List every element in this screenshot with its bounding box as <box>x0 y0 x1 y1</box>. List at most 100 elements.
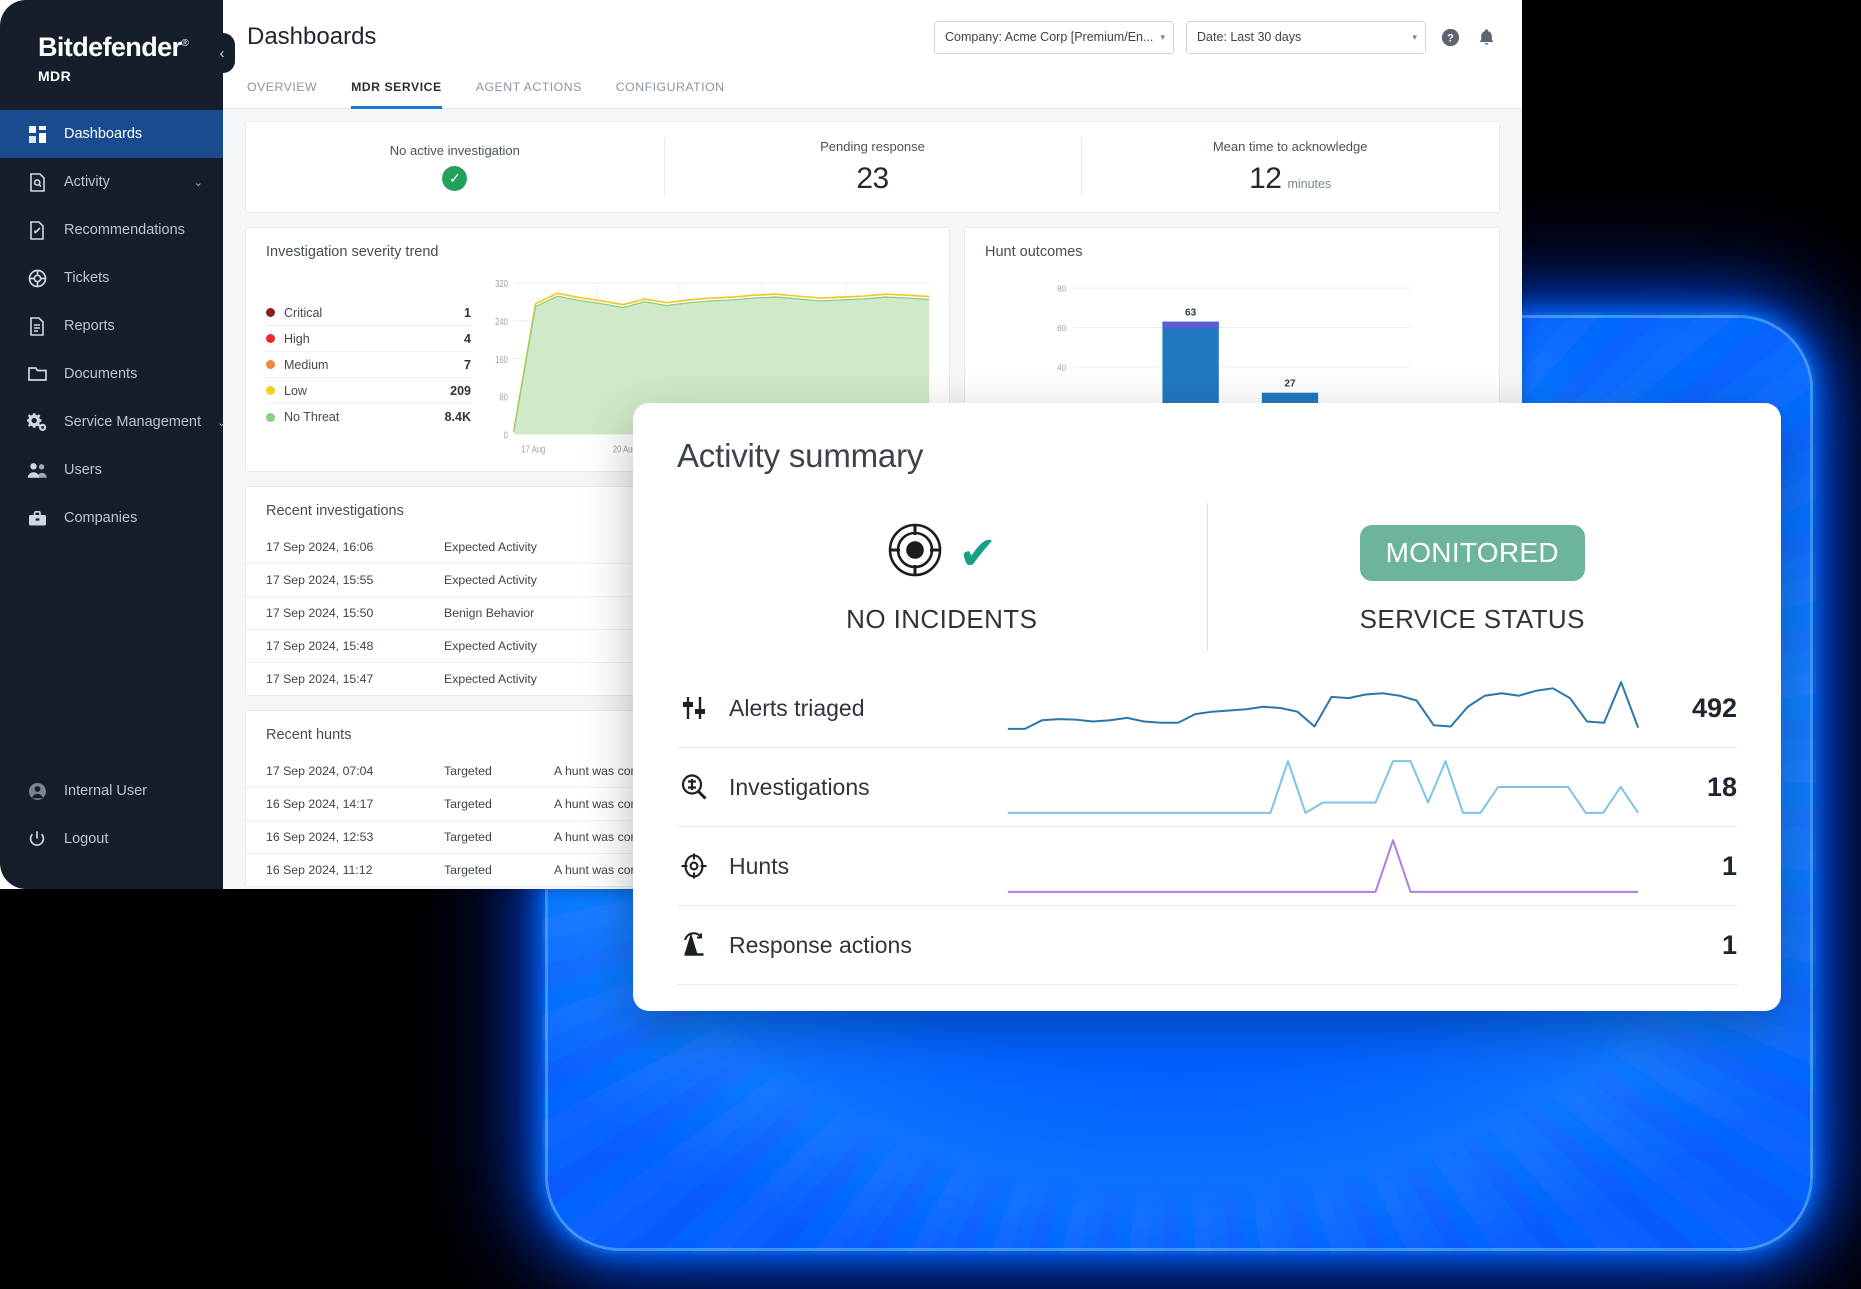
kpi-pending-response: Pending response 23 <box>664 122 1082 212</box>
cell-time: 17 Sep 2024, 07:04 <box>266 764 444 778</box>
sidebar-item-label: Tickets <box>64 270 203 286</box>
metric-row-hunts[interactable]: Hunts 1 <box>677 827 1737 906</box>
metric-row-response-actions[interactable]: Response actions 1 <box>677 906 1737 985</box>
green-check-icon: ✔ <box>958 530 997 576</box>
check-circle-icon: ✓ <box>442 166 467 191</box>
panel-title: Hunt outcomes <box>965 228 1499 260</box>
user-avatar-icon <box>26 780 48 802</box>
severity-dot-medium <box>266 360 275 369</box>
sidebar-item-service-management[interactable]: Service Management ⌄ <box>0 398 223 446</box>
top-bar: Dashboards Company: Acme Corp [Premium/E… <box>223 0 1522 74</box>
sidebar-spacer <box>0 542 223 767</box>
sidebar-item-logout[interactable]: Logout <box>0 815 223 863</box>
tab-agent-actions[interactable]: AGENT ACTIONS <box>476 74 582 108</box>
legend-item: Medium 7 <box>266 352 471 378</box>
cell-kind: Targeted <box>444 797 554 811</box>
severity-dot-critical <box>266 308 275 317</box>
legend-label: No Threat <box>284 410 445 424</box>
cell-kind: Targeted <box>444 764 554 778</box>
kpi-value: 23 <box>856 162 888 196</box>
sidebar-nav: Dashboards Activity ⌄ Recommendations <box>0 110 223 542</box>
crosshair-icon <box>677 852 711 880</box>
tab-mdr-service[interactable]: MDR SERVICE <box>351 74 442 108</box>
cell-time: 17 Sep 2024, 15:47 <box>266 672 444 686</box>
sparkline-investigations <box>997 756 1649 818</box>
legend-label: High <box>284 332 464 346</box>
sliders-icon <box>677 694 711 722</box>
metric-value: 492 <box>1667 693 1737 724</box>
activity-doc-icon <box>26 171 48 193</box>
sidebar-item-tickets[interactable]: Tickets <box>0 254 223 302</box>
cell-time: 17 Sep 2024, 15:50 <box>266 606 444 620</box>
legend-value: 209 <box>450 384 471 398</box>
cell-time: 17 Sep 2024, 16:06 <box>266 540 444 554</box>
legend-value: 7 <box>464 358 471 372</box>
help-circle-icon[interactable]: ? <box>1438 25 1462 49</box>
bell-icon[interactable] <box>1474 25 1498 49</box>
kpi-label: Mean time to acknowledge <box>1213 139 1368 154</box>
kpi-label: No active investigation <box>390 143 520 158</box>
legend-value: 8.4K <box>445 410 471 424</box>
grid-icon <box>26 123 48 145</box>
sparkline-alerts-triaged <box>997 677 1649 739</box>
date-select-value: Date: Last 30 days <box>1197 30 1301 44</box>
tab-configuration[interactable]: CONFIGURATION <box>616 74 725 108</box>
cell-time: 17 Sep 2024, 15:55 <box>266 573 444 587</box>
severity-dot-no-threat <box>266 413 275 422</box>
legend-item: Low 209 <box>266 378 471 404</box>
svg-text:320: 320 <box>495 278 508 289</box>
company-select[interactable]: Company: Acme Corp [Premium/En... ▾ <box>934 21 1174 54</box>
sidebar-item-recommendations[interactable]: Recommendations <box>0 206 223 254</box>
date-range-select[interactable]: Date: Last 30 days ▾ <box>1186 21 1426 54</box>
sidebar-item-label: Internal User <box>64 783 203 799</box>
metric-value: 1 <box>1667 851 1737 882</box>
metric-row-recommendations[interactable]: Recommendations 4 <box>677 985 1737 1011</box>
svg-text:80: 80 <box>499 392 508 403</box>
kpi-no-active-investigation: No active investigation ✓ <box>246 122 664 212</box>
severity-dot-high <box>266 334 275 343</box>
magnifier-icon <box>677 773 711 801</box>
sidebar-item-internal-user[interactable]: Internal User <box>0 767 223 815</box>
svg-text:60: 60 <box>1057 324 1066 333</box>
activity-summary-status-row: ✔ NO INCIDENTS MONITORED SERVICE STATUS <box>677 497 1737 657</box>
cell-kind: Targeted <box>444 830 554 844</box>
metric-row-investigations[interactable]: Investigations 18 <box>677 748 1737 827</box>
legend-value: 4 <box>464 332 471 346</box>
sidebar-item-label: Service Management <box>64 414 201 430</box>
sparkline-hunts <box>997 835 1649 897</box>
sidebar-item-users[interactable]: Users <box>0 446 223 494</box>
metric-label: Response actions <box>729 932 979 959</box>
sidebar-item-label: Documents <box>64 366 203 382</box>
folder-icon <box>26 363 48 385</box>
cell-time: 16 Sep 2024, 11:12 <box>266 863 444 877</box>
sidebar-item-documents[interactable]: Documents <box>0 350 223 398</box>
sidebar-item-companies[interactable]: Companies <box>0 494 223 542</box>
sidebar-item-dashboards[interactable]: Dashboards <box>0 110 223 158</box>
brand-product: MDR <box>38 68 223 84</box>
chevron-left-icon: ‹ <box>220 45 225 62</box>
incidents-icons: ✔ <box>886 520 997 586</box>
screenshot-stage: Bitdefender® MDR ‹ Dashboards Activi <box>0 0 1861 1289</box>
metric-label: Alerts triaged <box>729 695 979 722</box>
tab-overview[interactable]: OVERVIEW <box>247 74 317 108</box>
svg-text:80: 80 <box>1057 285 1066 294</box>
registered-mark: ® <box>181 38 188 49</box>
report-doc-icon <box>26 315 48 337</box>
sidebar-item-activity[interactable]: Activity ⌄ <box>0 158 223 206</box>
metric-row-alerts-triaged[interactable]: Alerts triaged 492 <box>677 669 1737 748</box>
legend-label: Medium <box>284 358 464 372</box>
severity-dot-low <box>266 386 275 395</box>
sidebar-item-label: Logout <box>64 831 203 847</box>
sidebar-item-reports[interactable]: Reports <box>0 302 223 350</box>
legend-item: High 4 <box>266 326 471 352</box>
sidebar-item-label: Dashboards <box>64 126 203 142</box>
chevron-down-icon: ⌄ <box>217 416 226 429</box>
kpi-label: Pending response <box>820 139 925 154</box>
chevron-down-icon: ⌄ <box>194 176 203 189</box>
sidebar-collapse-button[interactable]: ‹ <box>209 33 235 73</box>
kpi-card-row: No active investigation ✓ Pending respon… <box>245 121 1500 213</box>
metric-value: 4 <box>1667 1009 1737 1011</box>
ticket-icon <box>26 267 48 289</box>
chevron-down-icon: ▾ <box>1412 32 1417 43</box>
legend-label: Low <box>284 384 450 398</box>
